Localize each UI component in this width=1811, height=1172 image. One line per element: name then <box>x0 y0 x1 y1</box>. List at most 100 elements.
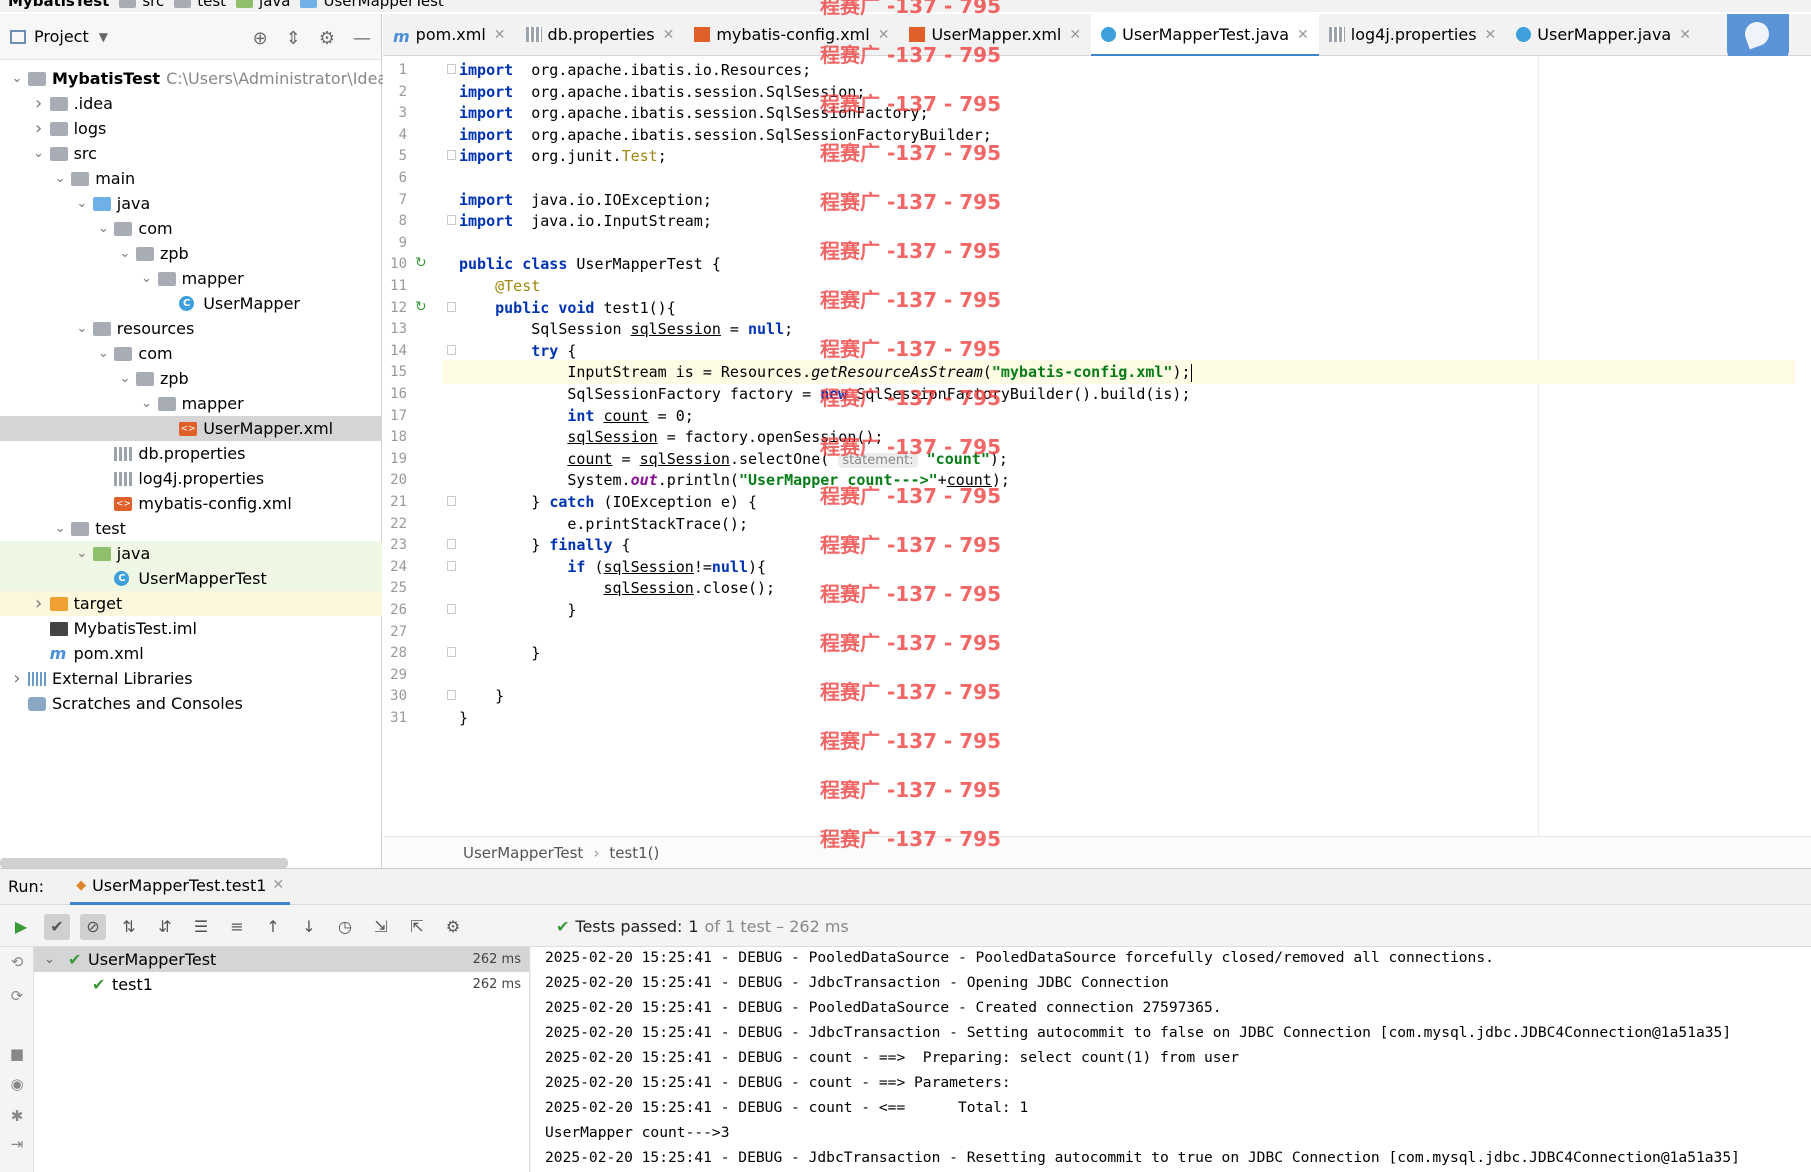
fold-marker-icon[interactable] <box>447 64 456 74</box>
close-icon[interactable]: ✕ <box>272 877 284 893</box>
tree-item[interactable]: ⌄ com <box>0 341 382 366</box>
chevron-right-icon[interactable]: › <box>32 591 46 616</box>
test-result-row[interactable]: ⌄ ✔ UserMapperTest 262 ms <box>34 947 529 972</box>
code-line[interactable]: import org.apache.ibatis.session.SqlSess… <box>459 80 865 104</box>
fold-marker-icon[interactable] <box>447 539 456 550</box>
code-line[interactable]: import org.apache.ibatis.session.SqlSess… <box>459 123 992 147</box>
tree-item[interactable]: db.properties <box>0 441 382 466</box>
chevron-down-icon[interactable]: ⌄ <box>96 216 110 241</box>
editor-tab[interactable]: UserMapperTest.java ✕ <box>1091 13 1319 57</box>
chevron-down-icon[interactable]: ⌄ <box>118 241 132 266</box>
tree-item[interactable]: ⌄ com <box>0 216 382 241</box>
show-ignored-icon[interactable]: ⊘ <box>80 913 106 940</box>
editor-breadcrumb-class[interactable]: UserMapperTest <box>463 844 583 862</box>
camera-icon[interactable]: ◉ <box>8 1075 26 1093</box>
chevron-down-icon[interactable]: ▼ <box>99 30 108 44</box>
console-output[interactable]: 2025-02-20 15:25:41 - DEBUG - PooledData… <box>531 947 1811 1172</box>
tree-item[interactable]: ⌄ zpb <box>0 241 382 266</box>
next-test-icon[interactable]: ↓ <box>296 914 322 940</box>
code-line[interactable]: count = sqlSession.selectOne( statement:… <box>459 447 1008 471</box>
editor-breadcrumb-method[interactable]: test1() <box>609 844 659 862</box>
chevron-down-icon[interactable]: ⌄ <box>10 66 24 91</box>
tree-item[interactable]: ⌄ mapper <box>0 266 382 291</box>
code-line[interactable]: SqlSession sqlSession = null; <box>459 317 793 341</box>
minimize-icon[interactable]: — <box>353 28 371 49</box>
code-line[interactable]: import java.io.InputStream; <box>459 209 712 233</box>
code-line[interactable]: import org.apache.ibatis.io.Resources; <box>459 58 811 82</box>
close-icon[interactable]: ✕ <box>1297 27 1309 43</box>
chevron-down-icon[interactable]: ⌄ <box>75 541 89 566</box>
tree-item[interactable]: ⌄ main <box>0 166 382 191</box>
gear-icon[interactable]: ⚙ <box>319 28 335 49</box>
editor-tab[interactable]: log4j.properties ✕ <box>1319 14 1506 56</box>
locate-icon[interactable]: ⊕ <box>253 28 268 49</box>
code-line[interactable]: try { <box>459 339 576 363</box>
tree-item[interactable]: ⌄ mapper <box>0 391 382 416</box>
history-icon[interactable]: ◷ <box>332 914 358 940</box>
settings-icon[interactable]: ⚙ <box>440 914 466 940</box>
close-icon[interactable]: ✕ <box>494 27 506 43</box>
code-line[interactable]: } <box>459 684 504 708</box>
chevron-down-icon[interactable]: ⌄ <box>140 391 154 416</box>
fold-marker-icon[interactable] <box>447 604 456 614</box>
tree-item[interactable]: ⌄ src <box>0 141 382 166</box>
chevron-down-icon[interactable]: ⌄ <box>75 191 89 216</box>
code-line[interactable]: InputStream is = Resources.getResourceAs… <box>443 360 1795 385</box>
import-tests-icon[interactable]: ⇲ <box>368 914 394 940</box>
tree-item[interactable]: ⌄ java <box>0 541 382 566</box>
tree-item[interactable]: C UserMapper <box>0 291 382 316</box>
tree-item[interactable]: Scratches and Consoles <box>0 691 382 716</box>
close-icon[interactable]: ✕ <box>1069 27 1081 43</box>
code-line[interactable]: @Test <box>459 274 540 298</box>
close-icon[interactable]: ✕ <box>663 27 675 43</box>
code-line[interactable]: e.printStackTrace(); <box>459 512 748 536</box>
tree-item[interactable]: › .idea <box>0 91 382 116</box>
chevron-down-icon[interactable]: ⌄ <box>140 266 154 291</box>
code-line[interactable]: int count = 0; <box>459 404 693 428</box>
code-line[interactable]: } finally { <box>459 533 630 557</box>
fold-marker-icon[interactable] <box>447 496 456 506</box>
tree-item[interactable]: › target <box>0 591 382 616</box>
fold-marker-icon[interactable] <box>447 690 456 701</box>
code-line[interactable]: } catch (IOException e) { <box>459 490 757 514</box>
horizontal-scrollbar[interactable] <box>0 858 288 868</box>
chevron-down-icon[interactable]: ⌄ <box>53 166 67 191</box>
editor-tab[interactable]: UserMapper.xml ✕ <box>899 14 1091 56</box>
rerun-icon[interactable]: ▶ <box>8 914 34 940</box>
code-editor[interactable]: 1 2 3 4 5 6 7 8 9 10 ↻ 11 12 ↻ 13 14 15 16 17 18 19 20 21 22 23 2… <box>383 56 1811 868</box>
chevron-down-icon[interactable]: ⌄ <box>53 516 67 541</box>
stop-icon[interactable]: ■ <box>8 1045 26 1063</box>
fold-marker-icon[interactable] <box>447 215 456 226</box>
code-line[interactable]: } <box>459 641 540 665</box>
chevron-right-icon[interactable]: › <box>10 666 24 691</box>
chevron-down-icon[interactable]: ⌄ <box>75 316 89 341</box>
breadcrumb-item-test[interactable]: test <box>174 0 226 10</box>
close-icon[interactable]: ✕ <box>1679 27 1691 43</box>
exit-icon[interactable]: ⇥ <box>8 1135 26 1153</box>
fold-marker-icon[interactable] <box>447 647 456 658</box>
code-line[interactable]: public void test1(){ <box>459 296 676 320</box>
fold-marker-icon[interactable] <box>447 560 456 571</box>
code-line[interactable]: sqlSession = factory.openSession(); <box>459 425 883 449</box>
tree-item[interactable]: m pom.xml <box>0 641 382 666</box>
previous-test-icon[interactable]: ↑ <box>260 914 286 940</box>
close-icon[interactable]: ✕ <box>878 27 890 43</box>
editor-tab[interactable]: db.properties ✕ <box>516 14 685 56</box>
collapse-all-icon[interactable]: ≡ <box>224 914 250 940</box>
tree-item[interactable]: ⌄ zpb <box>0 366 382 391</box>
run-test-icon[interactable]: ↻ <box>415 256 429 270</box>
chevron-down-icon[interactable]: ⌄ <box>44 947 55 972</box>
tree-item[interactable]: ⌄ java <box>0 191 382 216</box>
tree-item[interactable]: ⌄ test <box>0 516 382 541</box>
editor-tab[interactable]: UserMapper.java ✕ <box>1506 14 1701 56</box>
tree-item[interactable]: C UserMapperTest <box>0 566 382 591</box>
code-line[interactable]: System.out.println("UserMapper count--->… <box>459 468 1010 492</box>
chevron-right-icon[interactable]: › <box>32 91 46 116</box>
code-line[interactable]: import java.io.IOException; <box>459 188 712 212</box>
editor-tab[interactable]: mybatis-config.xml ✕ <box>684 14 899 56</box>
rerun-failed-icon[interactable]: ⟲ <box>8 953 26 971</box>
code-line[interactable]: public class UserMapperTest { <box>459 252 721 276</box>
toggle-auto-test-icon[interactable]: ⟳ <box>8 987 26 1005</box>
editor-tab[interactable]: m pom.xml ✕ <box>383 14 516 56</box>
chevron-down-icon[interactable]: ⌄ <box>32 141 46 166</box>
